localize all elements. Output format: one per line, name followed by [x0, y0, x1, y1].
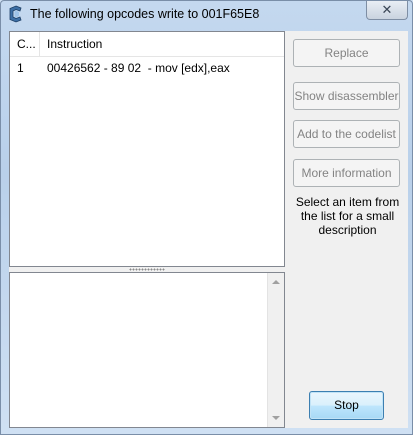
column-header-instruction[interactable]: Instruction: [40, 32, 284, 56]
description-memo[interactable]: [9, 272, 285, 428]
scroll-down-icon[interactable]: [272, 416, 280, 420]
more-information-button[interactable]: More information: [293, 159, 400, 187]
close-icon: ✕: [381, 2, 393, 17]
client-area: C... Instruction 1 00426562 - 89 02 - mo…: [9, 31, 408, 428]
splitter-grip-icon: [129, 268, 165, 271]
window-title: The following opcodes write to 001F65E8: [30, 7, 260, 21]
opcode-list[interactable]: C... Instruction 1 00426562 - 89 02 - mo…: [9, 31, 285, 267]
cheat-engine-icon: [9, 5, 22, 23]
stop-button[interactable]: Stop: [309, 391, 384, 420]
show-disassembler-button[interactable]: Show disassembler: [293, 82, 400, 110]
title-bar[interactable]: The following opcodes write to 001F65E8 …: [1, 1, 412, 27]
vertical-scrollbar[interactable]: [267, 273, 284, 427]
hint-text: Select an item from the list for a small…: [295, 195, 400, 237]
window: The following opcodes write to 001F65E8 …: [0, 0, 413, 435]
list-item-count: 1: [17, 61, 24, 75]
list-item[interactable]: 1 00426562 - 89 02 - mov [edx],eax: [10, 60, 284, 76]
scroll-up-icon[interactable]: [272, 280, 280, 284]
column-header-count[interactable]: C...: [10, 32, 40, 56]
add-to-codelist-button[interactable]: Add to the codelist: [293, 120, 400, 148]
list-header: C... Instruction: [10, 32, 284, 57]
list-item-instruction: 00426562 - 89 02 - mov [edx],eax: [47, 61, 230, 75]
replace-button[interactable]: Replace: [293, 39, 400, 67]
close-button[interactable]: ✕: [366, 1, 408, 20]
